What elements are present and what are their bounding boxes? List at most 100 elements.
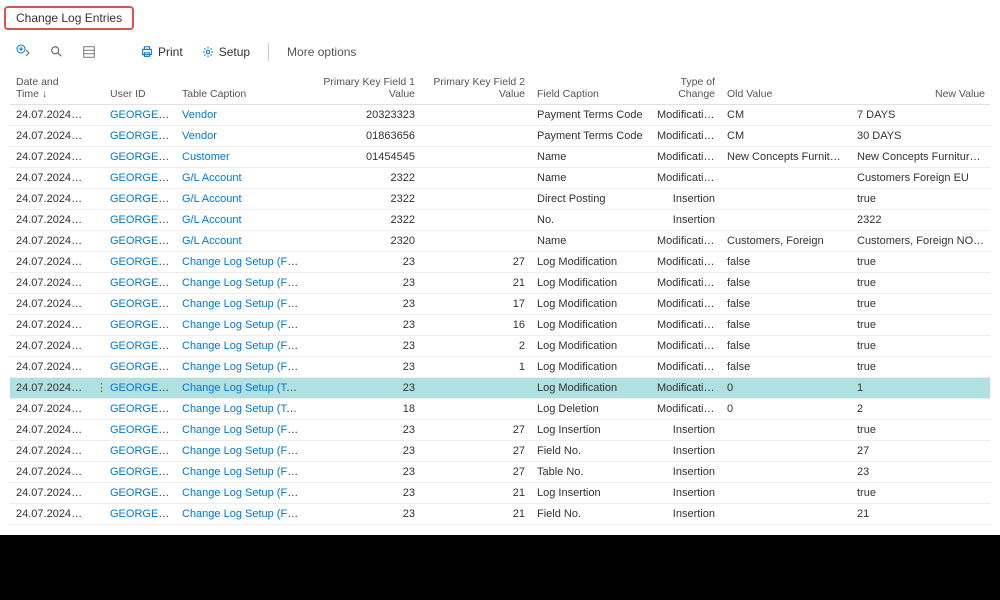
cell-user[interactable]: GEORGE.BACIU xyxy=(104,420,176,441)
cell-table-link[interactable]: Change Log Setup (Field) xyxy=(182,256,306,268)
cell-table[interactable]: Change Log Setup (Field) xyxy=(176,483,306,504)
cell-user[interactable]: GEORGE.BACIU xyxy=(104,315,176,336)
cell-table-link[interactable]: Change Log Setup (Field) xyxy=(182,487,306,499)
cell-user[interactable]: GEORGE.BACIU xyxy=(104,273,176,294)
cell-table-link[interactable]: Change Log Setup (Field) xyxy=(182,277,306,289)
cell-table[interactable]: Customer xyxy=(176,147,306,168)
cell-table[interactable]: Change Log Setup (Field) xyxy=(176,357,306,378)
col-user[interactable]: User ID xyxy=(104,72,176,105)
table-row[interactable]: 24.07.2024 12:20⋮GEORGE.BACIUG/L Account… xyxy=(10,231,990,252)
print-button[interactable]: Print xyxy=(134,43,189,61)
col-field[interactable]: Field Caption xyxy=(531,72,651,105)
col-change[interactable]: Type of Change xyxy=(651,72,721,105)
cell-user-link[interactable]: GEORGE.BACIU xyxy=(110,466,176,478)
cell-table-link[interactable]: Vendor xyxy=(182,130,217,142)
col-new[interactable]: New Value xyxy=(851,72,990,105)
table-row[interactable]: 24.07.2024 12:20⋮GEORGE.BACIUG/L Account… xyxy=(10,210,990,231)
cell-user[interactable]: GEORGE.BACIU xyxy=(104,483,176,504)
table-row[interactable]: 24.07.2024 12:08⋮GEORGE.BACIUChange Log … xyxy=(10,462,990,483)
cell-user-link[interactable]: GEORGE.BACIU xyxy=(110,403,176,415)
cell-table-link[interactable]: G/L Account xyxy=(182,235,242,247)
cell-table[interactable]: Vendor xyxy=(176,126,306,147)
table-row[interactable]: 24.07.2024 12:08⋮GEORGE.BACIUChange Log … xyxy=(10,441,990,462)
cell-table-link[interactable]: Change Log Setup (Table) xyxy=(182,403,306,415)
table-row[interactable]: 24.07.2024 12:08⋮GEORGE.BACIUChange Log … xyxy=(10,294,990,315)
cell-user[interactable]: GEORGE.BACIU xyxy=(104,378,176,399)
table-row[interactable]: 24.07.2024 12:08⋮GEORGE.BACIUChange Log … xyxy=(10,336,990,357)
cell-table[interactable]: Change Log Setup (Field) xyxy=(176,273,306,294)
table-row[interactable]: 24.07.2024 12:08⋮GEORGE.BACIUChange Log … xyxy=(10,483,990,504)
cell-user-link[interactable]: GEORGE.BACIU xyxy=(110,130,176,142)
cell-table[interactable]: Vendor xyxy=(176,105,306,126)
list-view-button[interactable] xyxy=(76,43,102,61)
cell-user-link[interactable]: GEORGE.BACIU xyxy=(110,214,176,226)
table-scroll[interactable]: Date and Time ↓ User ID Table Caption Pr… xyxy=(10,72,990,530)
cell-table[interactable]: Change Log Setup (Field) xyxy=(176,336,306,357)
cell-table-link[interactable]: Change Log Setup (Field) xyxy=(182,508,306,520)
cell-user-link[interactable]: GEORGE.BACIU xyxy=(110,424,176,436)
cell-table[interactable]: G/L Account xyxy=(176,168,306,189)
cell-table-link[interactable]: Change Log Setup (Field) xyxy=(182,298,306,310)
table-row[interactable]: 24.07.2024 12:22⋮GEORGE.BACIUCustomer014… xyxy=(10,147,990,168)
cell-table[interactable]: Change Log Setup (Field) xyxy=(176,252,306,273)
cell-user-link[interactable]: GEORGE.BACIU xyxy=(110,172,176,184)
col-table[interactable]: Table Caption xyxy=(176,72,306,105)
cell-user-link[interactable]: GEORGE.BACIU xyxy=(110,382,176,394)
cell-user-link[interactable]: GEORGE.BACIU xyxy=(110,445,176,457)
cell-table-link[interactable]: Change Log Setup (Field) xyxy=(182,466,306,478)
cell-user-link[interactable]: GEORGE.BACIU xyxy=(110,298,176,310)
cell-user-link[interactable]: GEORGE.BACIU xyxy=(110,235,176,247)
table-row[interactable]: 24.07.2024 12:08⋮GEORGE.BACIUChange Log … xyxy=(10,504,990,525)
table-row[interactable]: 24.07.2024 12:22⋮GEORGE.BACIUVendor20323… xyxy=(10,105,990,126)
cell-user-link[interactable]: GEORGE.BACIU xyxy=(110,109,176,121)
table-row[interactable]: 24.07.2024 12:08⋮GEORGE.BACIUChange Log … xyxy=(10,273,990,294)
table-row[interactable]: 24.07.2024 12:08⋮GEORGE.BACIUChange Log … xyxy=(10,420,990,441)
cell-table[interactable]: Change Log Setup (Table) xyxy=(176,399,306,420)
cell-user[interactable]: GEORGE.BACIU xyxy=(104,126,176,147)
cell-user-link[interactable]: GEORGE.BACIU xyxy=(110,508,176,520)
table-row[interactable]: 24.07.2024 12:08⋮GEORGE.BACIUChange Log … xyxy=(10,378,990,399)
cell-table[interactable]: Change Log Setup (Table) xyxy=(176,378,306,399)
cell-user[interactable]: GEORGE.BACIU xyxy=(104,294,176,315)
table-row[interactable]: 24.07.2024 12:08⋮GEORGE.BACIUChange Log … xyxy=(10,399,990,420)
cell-table[interactable]: Change Log Setup (Field) xyxy=(176,462,306,483)
cell-table-link[interactable]: G/L Account xyxy=(182,193,242,205)
cell-user[interactable]: GEORGE.BACIU xyxy=(104,441,176,462)
cell-table[interactable]: G/L Account xyxy=(176,210,306,231)
cell-table[interactable]: G/L Account xyxy=(176,231,306,252)
cell-user-link[interactable]: GEORGE.BACIU xyxy=(110,340,176,352)
cell-table-link[interactable]: Change Log Setup (Field) xyxy=(182,361,306,373)
cell-user[interactable]: GEORGE.BACIU xyxy=(104,168,176,189)
more-options-button[interactable]: More options xyxy=(281,43,362,61)
cell-user-link[interactable]: GEORGE.BACIU xyxy=(110,151,176,163)
cell-table[interactable]: G/L Account xyxy=(176,189,306,210)
cell-table-link[interactable]: Customer xyxy=(182,151,230,163)
cell-user[interactable]: GEORGE.BACIU xyxy=(104,357,176,378)
cell-table-link[interactable]: G/L Account xyxy=(182,172,242,184)
cell-table-link[interactable]: Vendor xyxy=(182,109,217,121)
col-datetime[interactable]: Date and Time ↓ xyxy=(10,72,90,105)
cell-user[interactable]: GEORGE.BACIU xyxy=(104,231,176,252)
cell-user[interactable]: GEORGE.BACIU xyxy=(104,336,176,357)
table-row[interactable]: 24.07.2024 12:21⋮GEORGE.BACIUG/L Account… xyxy=(10,168,990,189)
cell-table-link[interactable]: Change Log Setup (Field) xyxy=(182,424,306,436)
cell-table-link[interactable]: Change Log Setup (Field) xyxy=(182,340,306,352)
setup-button[interactable]: Setup xyxy=(195,43,256,61)
cell-user[interactable]: GEORGE.BACIU xyxy=(104,252,176,273)
table-row[interactable]: 24.07.2024 12:22⋮GEORGE.BACIUVendor01863… xyxy=(10,126,990,147)
cell-user[interactable]: GEORGE.BACIU xyxy=(104,147,176,168)
table-row[interactable]: 24.07.2024 12:08⋮GEORGE.BACIUChange Log … xyxy=(10,315,990,336)
cell-user-link[interactable]: GEORGE.BACIU xyxy=(110,193,176,205)
search-button[interactable] xyxy=(44,43,70,61)
cell-table-link[interactable]: Change Log Setup (Table) xyxy=(182,382,306,394)
cell-table[interactable]: Change Log Setup (Field) xyxy=(176,441,306,462)
table-row[interactable]: 24.07.2024 12:20⋮GEORGE.BACIUG/L Account… xyxy=(10,189,990,210)
cell-table[interactable]: Change Log Setup (Field) xyxy=(176,315,306,336)
cell-table-link[interactable]: G/L Account xyxy=(182,214,242,226)
cell-user-link[interactable]: GEORGE.BACIU xyxy=(110,277,176,289)
cell-table-link[interactable]: Change Log Setup (Field) xyxy=(182,445,306,457)
cell-user-link[interactable]: GEORGE.BACIU xyxy=(110,256,176,268)
cell-user[interactable]: GEORGE.BACIU xyxy=(104,399,176,420)
table-row[interactable]: 24.07.2024 12:08⋮GEORGE.BACIUChange Log … xyxy=(10,252,990,273)
cell-table-link[interactable]: Change Log Setup (Field) xyxy=(182,319,306,331)
